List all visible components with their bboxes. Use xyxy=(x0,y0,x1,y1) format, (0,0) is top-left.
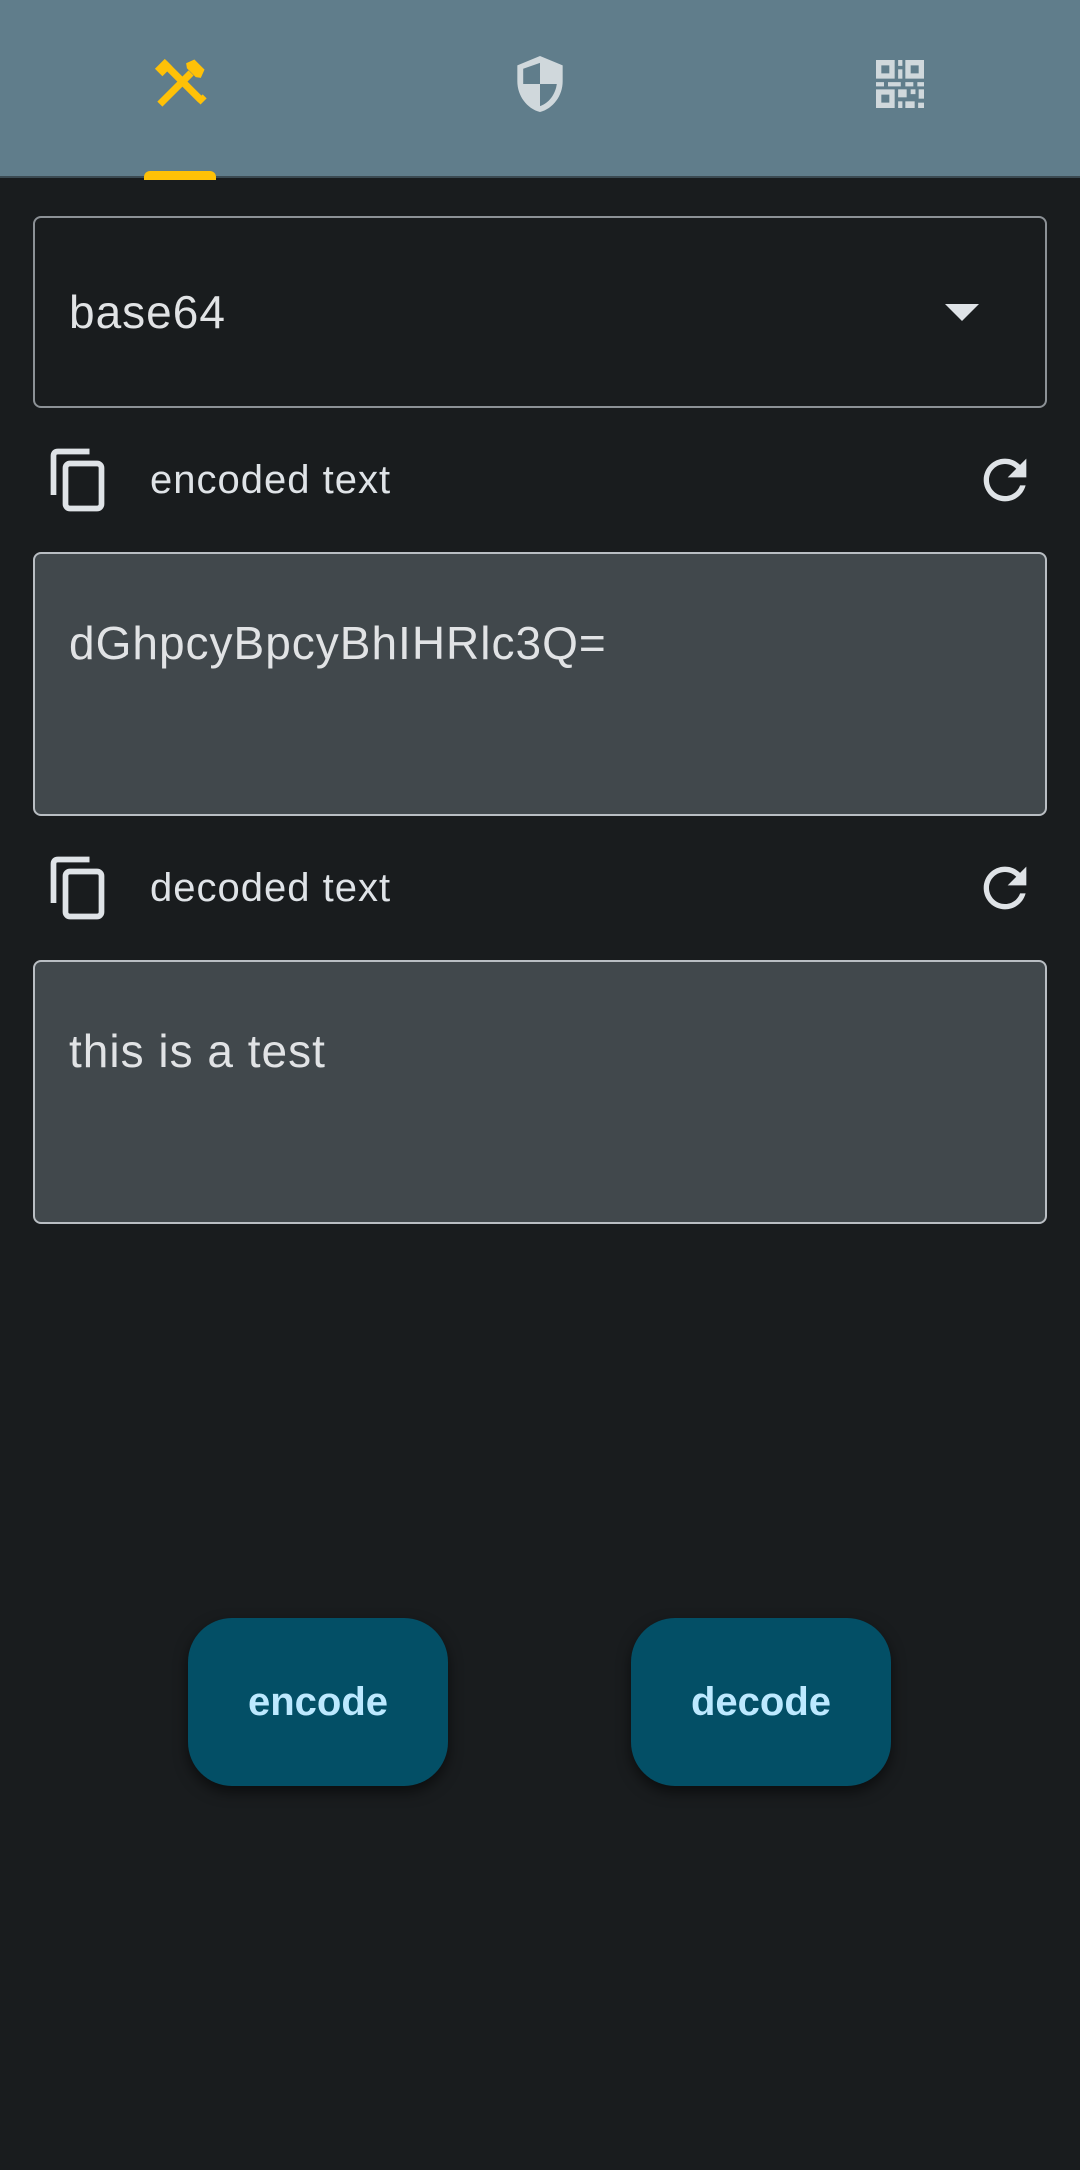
tab-qr-code[interactable] xyxy=(720,0,1080,178)
encoded-text-field[interactable]: dGhpcyBpcyBhIHRlc3Q= xyxy=(33,552,1047,816)
dropdown-arrow-icon xyxy=(945,304,979,321)
encoded-text-header: encoded text xyxy=(33,430,1047,530)
tab-security[interactable] xyxy=(360,0,720,178)
refresh-icon[interactable] xyxy=(973,448,1037,512)
refresh-icon[interactable] xyxy=(973,856,1037,920)
copy-icon[interactable] xyxy=(43,852,115,924)
selected-tab-indicator xyxy=(144,171,216,180)
encoded-text-label: encoded text xyxy=(150,458,392,502)
encoded-text-value: dGhpcyBpcyBhIHRlc3Q= xyxy=(69,617,607,669)
encoding-select[interactable]: base64 xyxy=(33,216,1047,408)
top-tab-bar xyxy=(0,0,1080,180)
decode-button[interactable]: decode xyxy=(631,1618,891,1786)
qr-code-icon xyxy=(876,60,924,108)
tools-icon xyxy=(154,58,207,107)
decoded-text-field[interactable]: this is a test xyxy=(33,960,1047,1224)
tab-tools[interactable] xyxy=(0,0,360,180)
encoding-select-value: base64 xyxy=(69,286,226,338)
decoded-text-value: this is a test xyxy=(69,1025,326,1077)
encode-button[interactable]: encode xyxy=(188,1618,448,1786)
copy-icon[interactable] xyxy=(43,444,115,516)
decoded-text-header: decoded text xyxy=(33,838,1047,938)
shield-icon xyxy=(517,56,563,112)
decoded-text-label: decoded text xyxy=(150,866,392,910)
